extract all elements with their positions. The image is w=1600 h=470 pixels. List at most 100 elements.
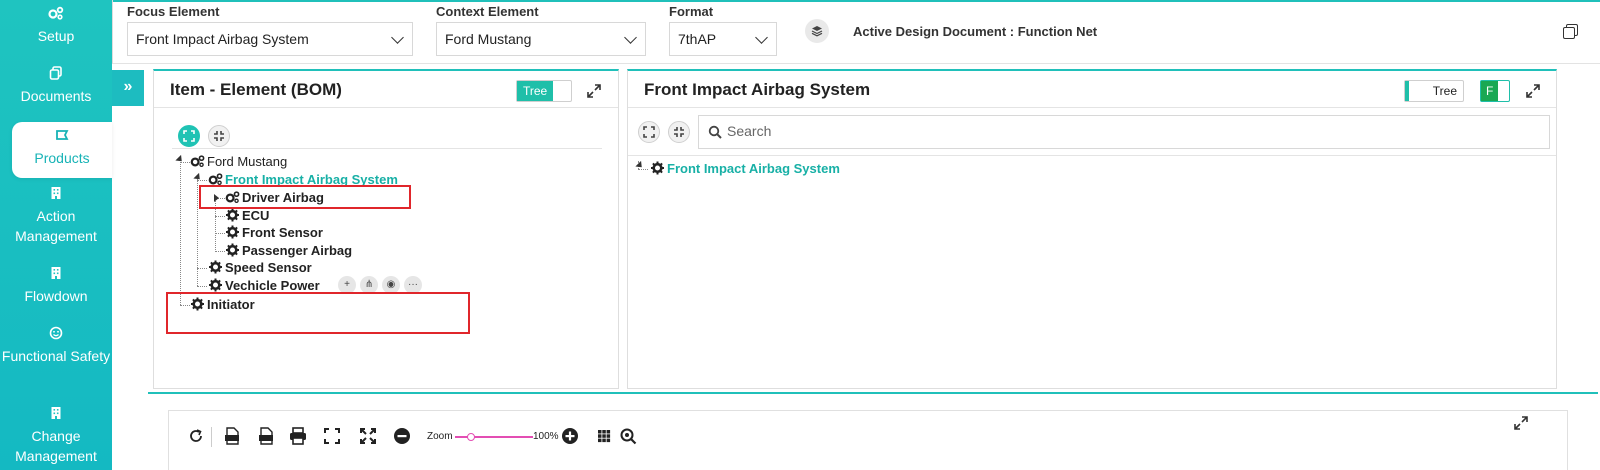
panel-separator bbox=[628, 107, 1556, 108]
panel-title: Front Impact Airbag System bbox=[644, 80, 871, 99]
chevron-down-icon bbox=[391, 31, 404, 44]
expand-all-button[interactable] bbox=[638, 121, 660, 143]
diagram-panel: Zoom 100% bbox=[148, 392, 1598, 470]
search-input[interactable] bbox=[727, 123, 1327, 139]
search-separator bbox=[628, 155, 1556, 156]
collapse-all-icon bbox=[214, 131, 224, 141]
tree-node-speed-sensor[interactable]: Speed Sensor bbox=[208, 259, 312, 277]
tree-guide bbox=[180, 162, 190, 163]
sidebar-item-label: Flowdown bbox=[24, 288, 88, 304]
layers-button[interactable] bbox=[805, 19, 829, 43]
tree-toggle-label: Tree bbox=[517, 81, 554, 101]
tree-guide bbox=[197, 286, 207, 287]
tree-node-front-impact-airbag-system[interactable]: Front Impact Airbag System bbox=[650, 160, 840, 178]
tree-node-label: Vechicle Power bbox=[225, 278, 320, 293]
expand-sidebar-button[interactable]: » bbox=[112, 70, 144, 106]
tree-guide bbox=[180, 162, 181, 305]
gear-icon bbox=[209, 278, 222, 292]
refresh-icon[interactable] bbox=[187, 427, 205, 445]
item-element-panel: Item - Element (BOM) Tree Ford Mustang F… bbox=[153, 69, 619, 389]
context-element-value: Ford Mustang bbox=[445, 31, 532, 47]
format-label: Format bbox=[669, 4, 714, 19]
tree-node-label: Front Impact Airbag System bbox=[667, 161, 840, 176]
top-accent-line bbox=[113, 0, 1600, 2]
active-design-document: Active Design Document : Function Net bbox=[853, 24, 1098, 39]
smiley-icon bbox=[0, 326, 112, 344]
tree-node-front-sensor[interactable]: Front Sensor bbox=[225, 224, 323, 242]
toolbar-divider bbox=[211, 427, 212, 447]
gear-icon bbox=[226, 208, 239, 222]
collapse-all-button[interactable] bbox=[208, 125, 230, 147]
search-settings-icon[interactable] bbox=[619, 427, 637, 445]
gear-icon bbox=[209, 260, 222, 274]
zoom-value: 100% bbox=[533, 431, 559, 442]
copy-icon bbox=[0, 66, 112, 84]
f-toggle[interactable]: F bbox=[1480, 80, 1510, 102]
fullscreen-icon[interactable] bbox=[359, 427, 377, 445]
sidebar-item-label: Change Management bbox=[15, 428, 97, 464]
tree-guide bbox=[215, 233, 225, 234]
gears-icon bbox=[208, 173, 223, 186]
zoom-in-icon[interactable] bbox=[561, 427, 579, 445]
export-png-icon[interactable] bbox=[257, 427, 275, 445]
panel-separator bbox=[154, 107, 618, 108]
focus-element-select[interactable]: Front Impact Airbag System bbox=[127, 22, 413, 56]
export-svg-icon[interactable] bbox=[223, 427, 241, 445]
sidebar-item-action-management[interactable]: Action Management bbox=[0, 186, 112, 246]
sidebar-item-products[interactable]: Products bbox=[12, 122, 112, 178]
gears-icon bbox=[190, 155, 205, 168]
tree-guide bbox=[215, 216, 225, 217]
sidebar-item-change-management[interactable]: Change Management bbox=[0, 406, 112, 466]
focus-element-value: Front Impact Airbag System bbox=[136, 31, 309, 47]
highlight-box bbox=[166, 292, 470, 334]
expand-icon[interactable] bbox=[587, 84, 601, 98]
tree-node-ecu[interactable]: ECU bbox=[225, 207, 269, 225]
toggle-indicator bbox=[1405, 81, 1409, 101]
context-element-select[interactable]: Ford Mustang bbox=[436, 22, 646, 56]
tree-toggle[interactable]: Tree bbox=[1404, 80, 1464, 102]
sidebar-item-setup[interactable]: Setup bbox=[0, 6, 112, 46]
chevron-down-icon bbox=[755, 31, 768, 44]
tree-toggle[interactable]: Tree bbox=[516, 80, 572, 102]
expand-all-button[interactable] bbox=[178, 125, 200, 147]
zoom-out-icon[interactable] bbox=[393, 427, 411, 445]
expand-icon[interactable] bbox=[1526, 84, 1540, 98]
tree-node-ford-mustang[interactable]: Ford Mustang bbox=[190, 153, 287, 171]
tree-toolbar-separator bbox=[172, 148, 602, 149]
sidebar-item-documents[interactable]: Documents bbox=[0, 66, 112, 106]
tree-node-passenger-airbag[interactable]: Passenger Airbag bbox=[225, 242, 352, 260]
layers-icon bbox=[811, 26, 823, 37]
gear-icon bbox=[226, 243, 239, 257]
ticket-icon bbox=[12, 128, 112, 146]
collapse-all-icon bbox=[674, 127, 684, 137]
sidebar-item-label: Setup bbox=[37, 28, 75, 44]
highlight-box bbox=[199, 185, 411, 209]
fit-screen-icon[interactable] bbox=[323, 427, 341, 445]
window-restore-icon[interactable] bbox=[1563, 24, 1578, 39]
building-icon bbox=[0, 186, 112, 204]
search-box[interactable] bbox=[698, 115, 1550, 149]
zoom-label: Zoom bbox=[427, 431, 453, 442]
tree-guide bbox=[197, 179, 198, 286]
zoom-slider-handle[interactable] bbox=[466, 433, 475, 441]
expand-all-icon bbox=[183, 130, 195, 142]
tree-node-label: Speed Sensor bbox=[225, 260, 312, 275]
panel-title: Item - Element (BOM) bbox=[170, 80, 342, 99]
tree-node-label: Front Sensor bbox=[242, 225, 323, 240]
gear-icon bbox=[226, 225, 239, 239]
f-badge: F bbox=[1481, 81, 1499, 101]
building-icon bbox=[0, 266, 112, 284]
sidebar: Setup Documents Products Action Manageme… bbox=[0, 0, 112, 470]
top-bar: Focus Element Front Impact Airbag System… bbox=[112, 0, 1600, 64]
sidebar-item-functional-safety[interactable]: Functional Safety bbox=[0, 326, 112, 366]
building-icon bbox=[0, 406, 112, 424]
tree-guide bbox=[197, 268, 207, 269]
sidebar-item-flowdown[interactable]: Flowdown bbox=[0, 266, 112, 306]
print-icon[interactable] bbox=[289, 427, 307, 445]
format-select[interactable]: 7thAP bbox=[669, 22, 777, 56]
grid-icon[interactable] bbox=[595, 427, 613, 445]
expand-all-icon bbox=[643, 126, 655, 138]
format-value: 7thAP bbox=[678, 31, 717, 47]
collapse-all-button[interactable] bbox=[668, 121, 690, 143]
context-element-label: Context Element bbox=[436, 4, 539, 19]
